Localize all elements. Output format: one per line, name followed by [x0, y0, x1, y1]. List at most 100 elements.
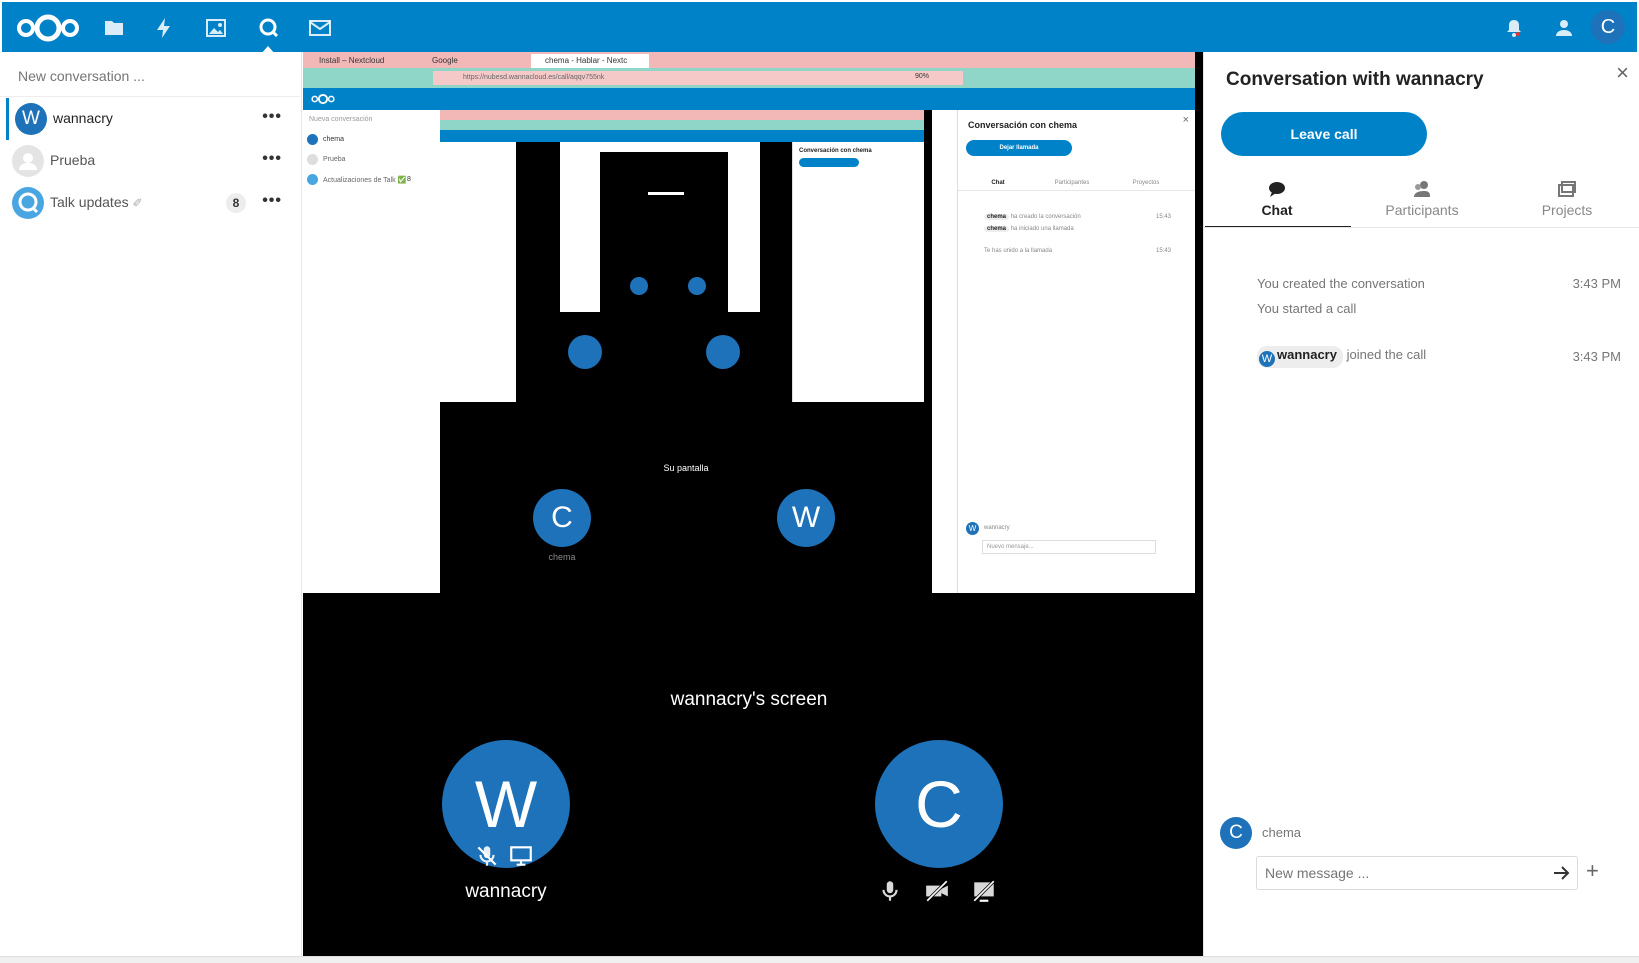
nested-search: Nueva conversación	[309, 116, 373, 123]
files-icon[interactable]	[102, 16, 126, 40]
nested-url-bar: https://nubesd.wannacloud.es/call/aqqv75…	[303, 68, 1195, 88]
nested-logo-icon	[311, 93, 335, 105]
user-avatar[interactable]: C	[1591, 10, 1625, 44]
leave-call-button[interactable]: Leave call	[1221, 112, 1427, 156]
system-message-joined: Wwannacry joined the call	[1257, 346, 1426, 368]
nested-avatar: C	[533, 489, 591, 547]
unread-badge: 8	[226, 193, 246, 213]
participant-name: wannacry	[465, 881, 547, 902]
nested-tab: Google	[432, 56, 458, 65]
nextcloud-logo-icon[interactable]	[16, 12, 80, 44]
nested-message: chema ha creado la conversación	[984, 214, 1081, 220]
nested-message: Te has unido a la llamada	[984, 248, 1053, 254]
send-arrow-icon[interactable]	[1553, 865, 1571, 881]
nested-participant-name: chema	[548, 552, 576, 562]
tab-projects[interactable]: Projects	[1494, 180, 1639, 226]
nextcloud-talk-app: C W wannacry ••• Prueba ••• Talk updates…	[0, 0, 1639, 963]
message-time: 3:43 PM	[1572, 349, 1621, 364]
system-message: You started a call	[1257, 301, 1357, 316]
participant-avatar-wannacry[interactable]: W	[442, 740, 570, 868]
contacts-icon[interactable]	[1552, 16, 1576, 40]
conversation-name: wannacry	[53, 110, 113, 126]
nested-composer-name: wannacry	[984, 525, 1010, 531]
nested-avatar: W	[777, 489, 835, 547]
add-attachment-icon[interactable]: +	[1586, 860, 1599, 882]
conversation-item-prueba[interactable]: Prueba •••	[6, 140, 296, 182]
notifications-icon[interactable]	[1502, 16, 1526, 40]
nested-message-time: 15:43	[1155, 248, 1171, 254]
microphone-icon[interactable]	[877, 878, 903, 904]
participants-icon	[1414, 181, 1430, 197]
nested-tab: Install – Nextcloud	[319, 56, 385, 65]
participant-avatar-self[interactable]: C	[875, 740, 1003, 868]
sidebar-title: Conversation with wannacry	[1226, 69, 1484, 90]
talk-updates-avatar-icon	[12, 187, 44, 219]
nested-sidebar: Nueva conversación chema Prueba Actualiz…	[303, 110, 443, 593]
conversation-details-sidebar: Conversation with wannacry × Leave call …	[1203, 52, 1639, 956]
new-conversation-input[interactable]	[4, 56, 296, 96]
nested-zoom: 90%	[915, 73, 930, 80]
more-options-icon[interactable]: •••	[262, 150, 282, 168]
tab-label: Participants	[1385, 202, 1459, 218]
activity-icon[interactable]	[152, 16, 176, 40]
message-input[interactable]	[1256, 856, 1578, 890]
nested-message-time: 15:43	[1155, 214, 1171, 220]
composer-avatar: C	[1220, 817, 1252, 849]
mail-icon[interactable]	[308, 16, 332, 40]
nested-shared-screen-level2: Conversación con chema	[440, 110, 924, 402]
tab-label: Chat	[1261, 202, 1293, 218]
conversations-sidebar: W wannacry ••• Prueba ••• Talk updates ✐…	[0, 52, 302, 956]
nested-nextcloud-header	[303, 88, 1195, 110]
tab-participants[interactable]: Participants	[1349, 180, 1495, 226]
nested-message: chema ha iniciado una llamada	[984, 226, 1074, 232]
nested-close-icon: ×	[1182, 114, 1189, 126]
tab-chat[interactable]: Chat	[1204, 180, 1350, 226]
user-mention[interactable]: Wwannacry	[1257, 346, 1343, 368]
message-time: 3:43 PM	[1572, 276, 1621, 291]
nested-tab: Proyectos	[1132, 180, 1160, 186]
shared-screen[interactable]: Install – Nextcloud Google chema - Habla…	[303, 52, 1195, 593]
nested-conversation: Actualizaciones de Talk ✅	[323, 177, 407, 184]
divider	[0, 96, 302, 97]
talk-icon[interactable]	[256, 16, 280, 40]
nested-tab: chema - Hablar - Nextc	[531, 54, 649, 68]
close-icon[interactable]: ×	[1616, 62, 1629, 84]
nested-avatar	[307, 174, 318, 185]
nested-call-view: Su pantalla C chema W Conversación con c…	[440, 110, 932, 593]
video-off-icon[interactable]	[924, 878, 950, 904]
tab-label: Projects	[1541, 202, 1593, 218]
screen-share-off-icon[interactable]	[971, 878, 997, 904]
nested-avatar	[307, 134, 318, 145]
more-options-icon[interactable]: •••	[262, 108, 282, 126]
conversation-name: Talk updates ✐	[50, 194, 143, 210]
screen-icon	[510, 846, 532, 866]
photos-icon[interactable]	[204, 16, 228, 40]
nested-panel-title-level2: Conversación con chema	[799, 148, 872, 154]
nested-panel-title: Conversación con chema	[968, 120, 1078, 130]
nested-tab: Participantes	[1054, 180, 1090, 186]
nested-tab: Chat	[991, 180, 1005, 186]
projects-icon	[1558, 181, 1576, 197]
composer-user-name: chema	[1262, 825, 1302, 840]
nested-conversation: chema	[323, 136, 345, 143]
avatar: W	[15, 103, 47, 135]
nested-screen-label: Su pantalla	[663, 463, 709, 473]
system-message: You created the conversation	[1257, 276, 1425, 291]
screen-share-label: wannacry's screen	[670, 689, 828, 710]
more-options-icon[interactable]: •••	[262, 192, 282, 210]
nested-browser-tabs: Install – Nextcloud Google chema - Habla…	[303, 52, 1195, 68]
top-header: C	[0, 0, 1639, 54]
conversation-item-wannacry[interactable]: W wannacry •••	[6, 98, 296, 140]
chat-bubble-icon	[1269, 182, 1285, 197]
nested-composer-avatar: W	[966, 522, 979, 535]
pencil-icon: ✐	[132, 196, 143, 210]
nested-composer-input: Nuevo mensaje...	[982, 540, 1156, 554]
nested-avatar	[307, 154, 318, 165]
nested-leave-button: Dejar llamada	[966, 140, 1072, 156]
mention-avatar: W	[1259, 351, 1275, 367]
conversation-name: Prueba	[50, 152, 96, 168]
conversation-item-talk-updates[interactable]: Talk updates ✐ 8 •••	[6, 182, 296, 224]
nested-conversation: Prueba	[323, 156, 346, 163]
nested-right-sidebar: Conversación con chema × Dejar llamada C…	[957, 110, 1195, 593]
group-avatar-icon	[12, 145, 44, 177]
